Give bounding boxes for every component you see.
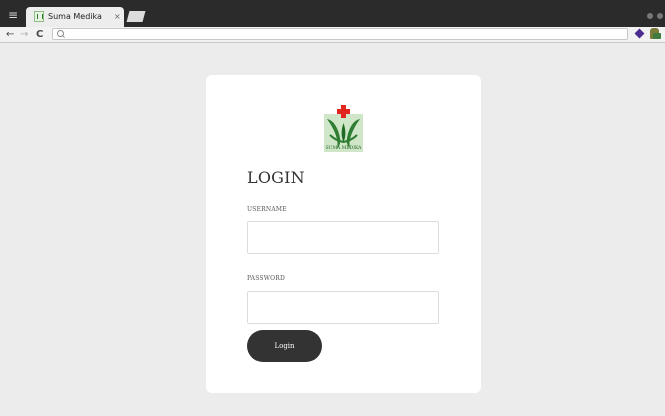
username-input[interactable] [247,221,439,254]
username-label: USERNAME [247,206,287,213]
browser-toolbar: ← → C [0,27,665,43]
back-arrow-icon[interactable]: ← [6,28,14,41]
tab-strip: ≡ Suma Medika × [0,0,665,27]
suma-medika-logo: SUMA MEDIKA [324,105,363,152]
new-tab-button[interactable] [126,11,146,22]
page-content: SUMA MEDIKA LOGIN USERNAME PASSWORD Logi… [0,43,665,416]
forward-arrow-icon[interactable]: → [20,28,28,41]
purple-gem-extension-icon[interactable] [634,28,645,39]
login-card: SUMA MEDIKA LOGIN USERNAME PASSWORD Logi… [206,75,481,393]
tab-title: Suma Medika [48,12,102,21]
window-close-button[interactable] [657,13,663,19]
reload-icon[interactable]: C [36,28,43,41]
tab-close-icon[interactable]: × [114,11,121,22]
favicon-icon [34,11,44,22]
browser-window: ≡ Suma Medika × ← → C SUMA MEDIKA LOGIN … [0,0,665,416]
green-puzzle-extension-icon[interactable] [650,28,661,39]
address-bar[interactable] [52,28,628,40]
window-minimize-button[interactable] [647,13,653,19]
login-button[interactable]: Login [247,330,322,362]
password-input[interactable] [247,291,439,324]
app-menu-icon[interactable]: ≡ [6,8,20,22]
tab-suma-medika[interactable]: Suma Medika × [26,7,124,27]
login-title: LOGIN [247,168,305,187]
logo-text: SUMA MEDIKA [326,145,363,151]
search-icon [57,30,64,37]
password-label: PASSWORD [247,275,285,282]
